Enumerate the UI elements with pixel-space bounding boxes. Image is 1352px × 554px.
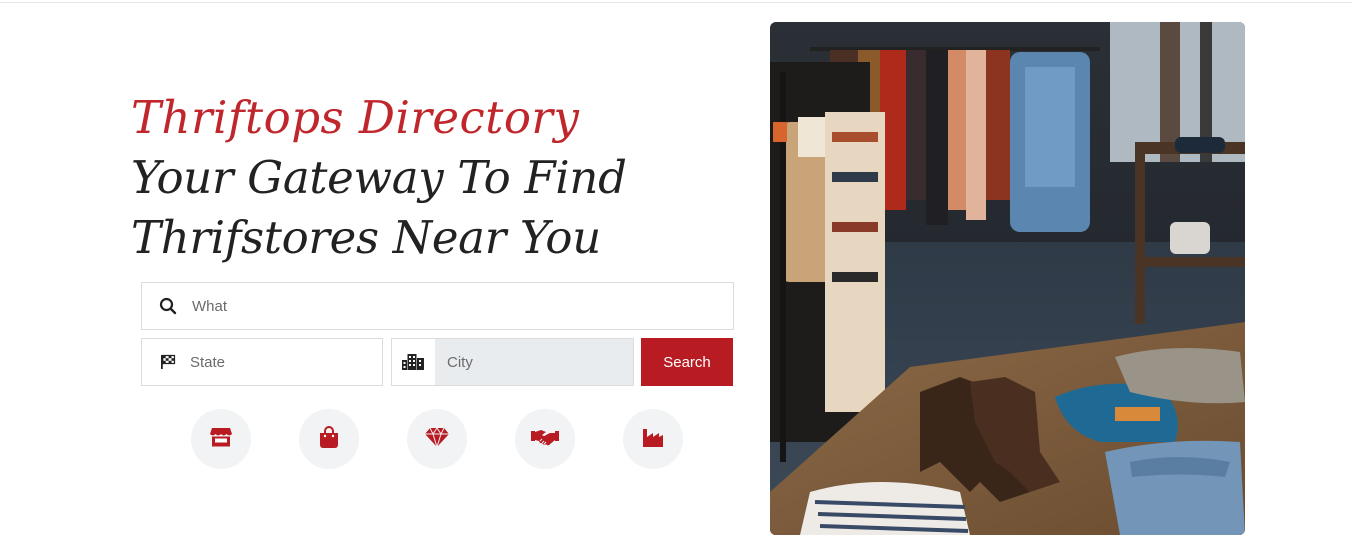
handshake-icon bbox=[531, 428, 559, 451]
what-input[interactable] bbox=[192, 283, 722, 329]
city-input[interactable] bbox=[447, 339, 627, 385]
what-search-field[interactable] bbox=[141, 282, 734, 330]
state-search-field[interactable] bbox=[141, 338, 383, 386]
search-button[interactable]: Search bbox=[641, 338, 733, 386]
top-divider bbox=[0, 2, 1352, 3]
brand-title: Thriftops Directory bbox=[131, 91, 580, 144]
category-store-button[interactable] bbox=[191, 409, 251, 469]
city-search-field[interactable] bbox=[391, 338, 634, 386]
category-deals-button[interactable] bbox=[515, 409, 575, 469]
shopping-bag-icon bbox=[319, 425, 339, 453]
hero-heading: Thriftops Directory Your Gateway To Find… bbox=[131, 88, 627, 268]
thrift-store-photo bbox=[770, 22, 1245, 535]
state-input[interactable] bbox=[190, 339, 370, 385]
city-icon bbox=[396, 339, 430, 385]
flag-icon bbox=[154, 339, 182, 385]
category-shopping-button[interactable] bbox=[299, 409, 359, 469]
search-icon bbox=[154, 283, 182, 329]
hero-tagline-line-1: Your Gateway To Find bbox=[131, 151, 627, 204]
category-jewelry-button[interactable] bbox=[407, 409, 467, 469]
factory-icon bbox=[642, 427, 664, 452]
hero-tagline-line-2: Thrifstores Near You bbox=[131, 211, 601, 264]
category-factory-button[interactable] bbox=[623, 409, 683, 469]
gem-icon bbox=[425, 426, 449, 452]
store-icon bbox=[210, 427, 232, 452]
